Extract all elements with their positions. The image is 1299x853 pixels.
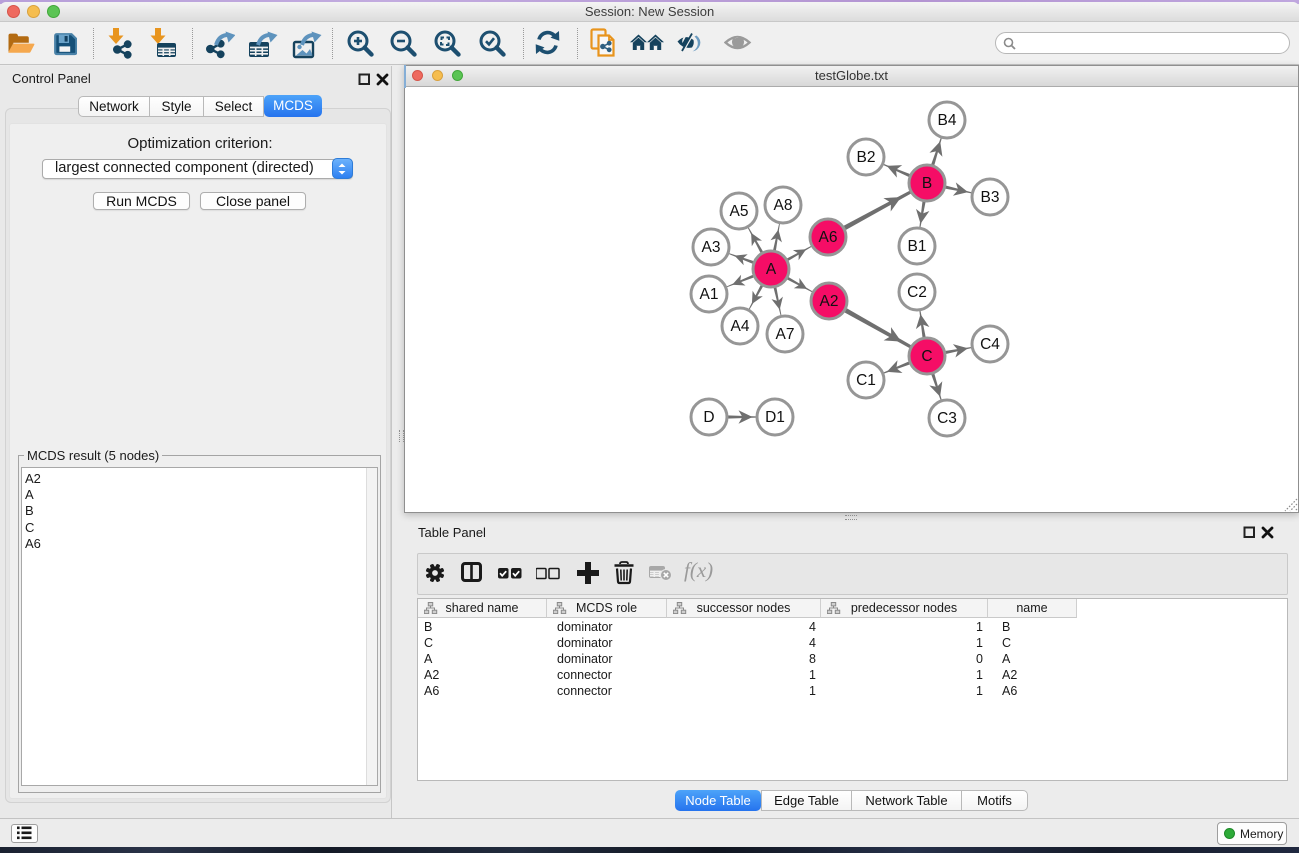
svg-text:C4: C4 bbox=[980, 336, 1000, 353]
svg-text:A8: A8 bbox=[774, 197, 793, 214]
svg-text:D1: D1 bbox=[765, 409, 785, 426]
svg-text:B2: B2 bbox=[857, 149, 876, 166]
svg-text:B: B bbox=[922, 175, 932, 192]
svg-text:A: A bbox=[766, 261, 777, 278]
svg-text:C2: C2 bbox=[907, 284, 927, 301]
svg-text:A6: A6 bbox=[819, 229, 838, 246]
svg-text:B1: B1 bbox=[908, 238, 927, 255]
svg-text:A2: A2 bbox=[820, 293, 839, 310]
svg-text:A4: A4 bbox=[731, 318, 750, 335]
svg-text:A1: A1 bbox=[700, 286, 719, 303]
svg-text:A5: A5 bbox=[730, 203, 749, 220]
svg-text:C3: C3 bbox=[937, 410, 957, 427]
svg-text:D: D bbox=[703, 409, 714, 426]
svg-text:C1: C1 bbox=[856, 372, 876, 389]
svg-text:A7: A7 bbox=[776, 326, 795, 343]
svg-text:B3: B3 bbox=[981, 189, 1000, 206]
svg-text:C: C bbox=[921, 348, 932, 365]
svg-text:A3: A3 bbox=[702, 239, 721, 256]
svg-text:B4: B4 bbox=[938, 112, 957, 129]
